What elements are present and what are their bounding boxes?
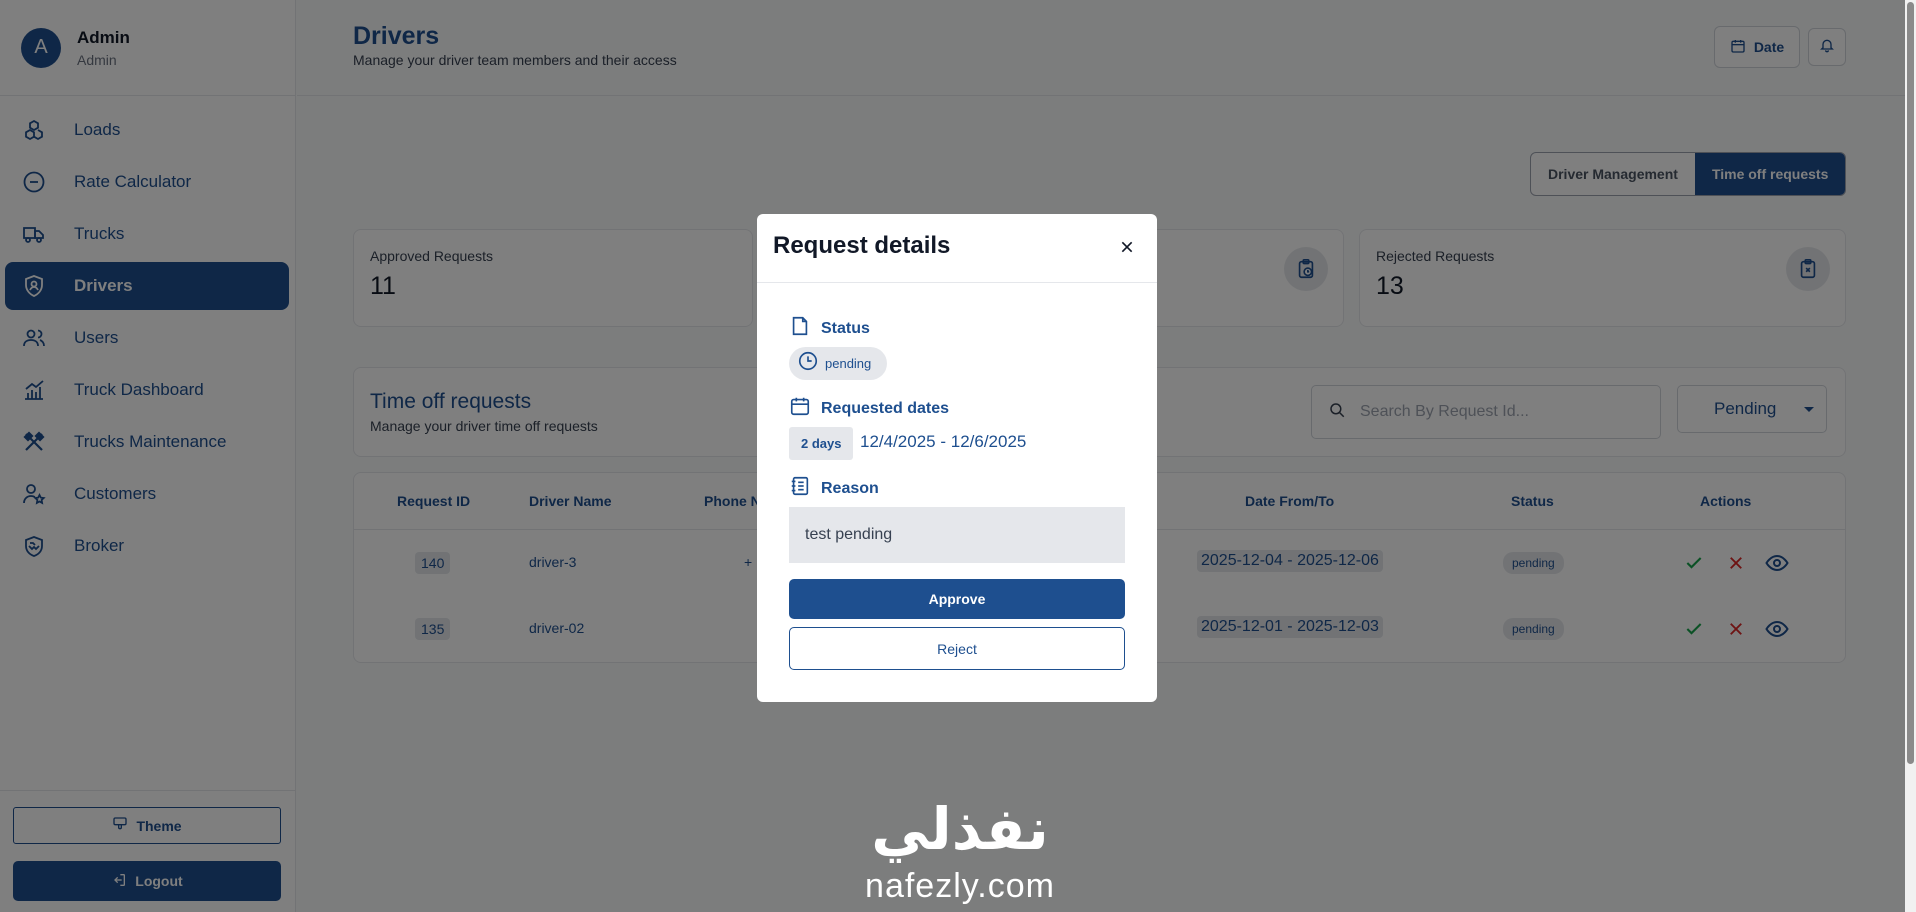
status-value: pending xyxy=(825,356,872,371)
document-icon xyxy=(789,315,811,342)
requested-dates-value: 12/4/2025 - 12/6/2025 xyxy=(860,432,1027,451)
scrollbar-thumb[interactable] xyxy=(1907,2,1914,764)
modal-title: Request details xyxy=(773,232,951,259)
reason-label: Reason xyxy=(821,479,879,497)
watermark-arabic: نفذلي xyxy=(871,795,1049,863)
notebook-icon xyxy=(789,475,811,502)
reason-section: Reason xyxy=(789,475,879,502)
watermark-latin: nafezly.com xyxy=(865,867,1055,905)
requested-dates-label: Requested dates xyxy=(821,399,950,417)
status-pill: pending xyxy=(789,347,888,380)
reason-text: test pending xyxy=(789,507,1125,563)
close-icon[interactable] xyxy=(1115,235,1139,259)
approve-button[interactable]: Approve xyxy=(789,579,1125,619)
requested-dates-section: Requested dates xyxy=(789,395,949,422)
modal-header: Request details xyxy=(757,214,1157,283)
clock-icon xyxy=(797,350,819,377)
page-scrollbar[interactable] xyxy=(1905,0,1916,912)
watermark-logo: نفذلي nafezly.com xyxy=(850,795,1070,907)
calendar-icon xyxy=(789,395,811,422)
status-section: Status xyxy=(789,315,870,342)
request-details-modal: Request details Status pending Requested… xyxy=(757,214,1157,702)
days-badge: 2 days xyxy=(789,427,854,460)
reject-button[interactable]: Reject xyxy=(789,627,1125,670)
status-label: Status xyxy=(821,319,870,337)
